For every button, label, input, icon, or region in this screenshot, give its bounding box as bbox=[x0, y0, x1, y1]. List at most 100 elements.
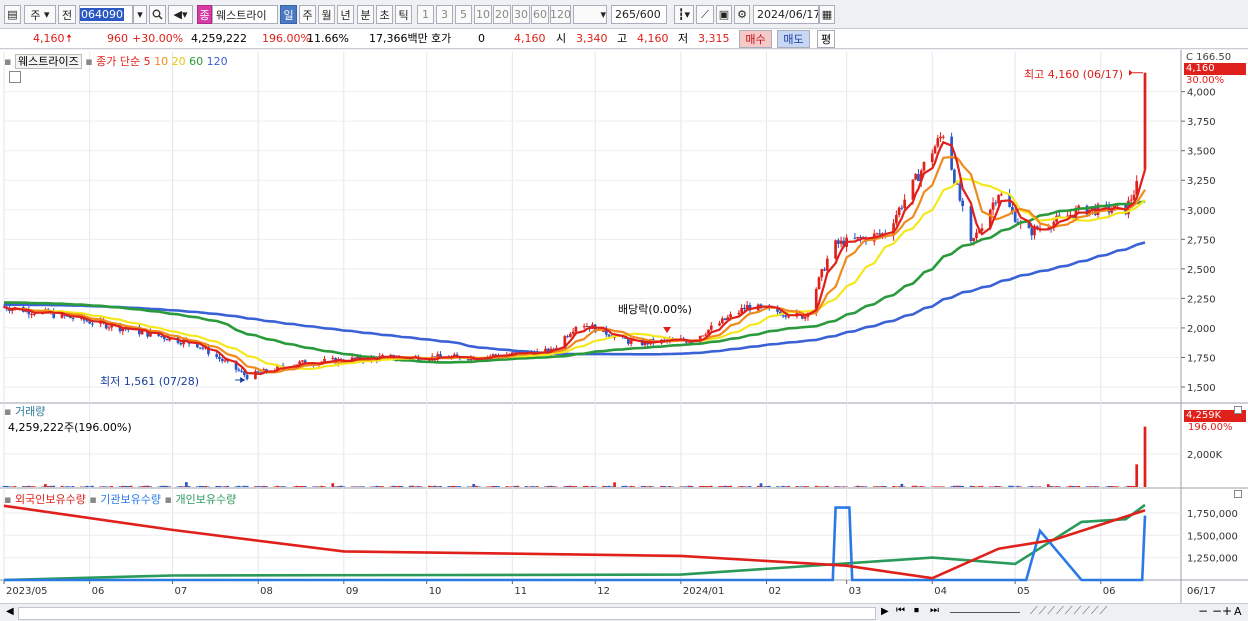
candle-body bbox=[30, 314, 33, 316]
interval-1[interactable]: 1 bbox=[417, 5, 434, 24]
volume-bar bbox=[585, 485, 589, 487]
prev-button[interactable]: 전 bbox=[58, 5, 76, 24]
code-dropdown-icon[interactable]: ▾ bbox=[133, 5, 147, 24]
volume-bar bbox=[400, 485, 404, 487]
volume-bar bbox=[259, 486, 263, 487]
tab-year[interactable]: 년 bbox=[337, 5, 354, 24]
trend-icon[interactable]: ⟋ bbox=[696, 5, 714, 24]
volume-bar bbox=[682, 486, 685, 487]
eval-button[interactable]: 평 bbox=[817, 30, 835, 48]
interval-5[interactable]: 5 bbox=[455, 5, 472, 24]
interval-3[interactable]: 3 bbox=[436, 5, 453, 24]
volume-bar bbox=[314, 486, 318, 487]
candle-body bbox=[585, 326, 589, 328]
volume-bar bbox=[1011, 485, 1014, 487]
search-icon[interactable] bbox=[149, 5, 166, 24]
date-field[interactable]: 2024/06/17 bbox=[753, 5, 819, 24]
volume-bar bbox=[320, 485, 324, 487]
volume-bar bbox=[472, 484, 476, 487]
volume-bar bbox=[162, 485, 166, 487]
volume-bar bbox=[256, 486, 260, 487]
legend-ma5: 5 bbox=[143, 55, 151, 68]
auto-scale-button[interactable]: A bbox=[1234, 605, 1242, 618]
sell-button[interactable]: 매도 bbox=[777, 30, 810, 48]
candle-body bbox=[803, 316, 807, 319]
candle-body bbox=[1066, 215, 1069, 217]
candle-body bbox=[991, 202, 995, 210]
volume-bar bbox=[875, 486, 879, 487]
horizontal-scrollbar[interactable] bbox=[18, 607, 876, 620]
zoom-slider[interactable] bbox=[950, 612, 1020, 613]
gear-icon[interactable]: ⚙ bbox=[734, 5, 750, 24]
candle-body bbox=[331, 357, 335, 359]
pane-close-icon[interactable] bbox=[1234, 490, 1242, 498]
volume-bar bbox=[1091, 486, 1094, 487]
drawing-tools-icon[interactable]: ⟋⟋⟋⟋⟋⟋⟋⟋⟋ bbox=[1030, 604, 1108, 618]
candle-body bbox=[256, 371, 260, 373]
last-page-icon[interactable]: ⏭ bbox=[930, 605, 939, 616]
volume-bar bbox=[433, 485, 437, 487]
volume-bar bbox=[317, 486, 321, 487]
volume-bar bbox=[834, 486, 837, 487]
volume-bar bbox=[999, 486, 1003, 487]
chart-area[interactable]: 4,000 3,750 3,500 3,250 3,000 2,750 2,500 2,250… bbox=[0, 50, 1248, 603]
candle-body bbox=[720, 318, 724, 324]
interval-60[interactable]: 60 bbox=[531, 5, 549, 24]
scroll-left-icon[interactable]: ◀ bbox=[6, 606, 14, 617]
grid-table-icon[interactable] bbox=[9, 71, 21, 83]
tab-minute[interactable]: 분 bbox=[357, 5, 374, 24]
quote-bar: 4,160 🠅 960 +30.00% 4,259,222 196.00% 11… bbox=[0, 29, 1248, 49]
first-page-icon[interactable]: ⏮ bbox=[896, 605, 905, 616]
volume-bar bbox=[897, 486, 901, 487]
candle-body bbox=[914, 174, 918, 180]
minus-button[interactable]: − bbox=[1212, 604, 1222, 618]
candle-body bbox=[825, 258, 829, 271]
period-type-select[interactable]: 주 ▾ bbox=[24, 5, 56, 24]
volume-bar bbox=[494, 486, 498, 487]
volume-bar bbox=[1049, 486, 1053, 487]
pane-close-icon[interactable] bbox=[1234, 406, 1242, 414]
candle-body bbox=[999, 194, 1003, 196]
volume-bar bbox=[607, 485, 611, 487]
volume-bar bbox=[621, 485, 625, 487]
calendar-icon[interactable]: ▦ bbox=[819, 5, 835, 24]
count-field[interactable]: 265/600 bbox=[611, 5, 667, 24]
volume-bar bbox=[814, 485, 818, 487]
zoom-in-button[interactable]: + bbox=[1222, 604, 1232, 618]
legend-foreign: 외국인보유수량 bbox=[14, 493, 86, 506]
tab-week[interactable]: 주 bbox=[299, 5, 316, 24]
save-icon[interactable]: ▣ bbox=[716, 5, 732, 24]
interval-custom-select[interactable]: ▾ bbox=[573, 5, 607, 24]
price-tick-label: 1,500 bbox=[1187, 383, 1216, 394]
candle-body bbox=[917, 174, 920, 182]
tab-month[interactable]: 월 bbox=[318, 5, 335, 24]
volume-bar bbox=[149, 486, 152, 487]
stock-code-input[interactable]: 064090 bbox=[79, 5, 133, 24]
volume-bar bbox=[1132, 486, 1136, 487]
interval-20[interactable]: 20 bbox=[493, 5, 511, 24]
buy-button[interactable]: 매수 bbox=[739, 30, 772, 48]
chart-canvas[interactable]: 4,000 3,750 3,500 3,250 3,000 2,750 2,500 2,250… bbox=[0, 50, 1248, 603]
scroll-right-icon[interactable]: ▶ bbox=[881, 606, 889, 617]
volume-bar bbox=[1116, 486, 1119, 487]
interval-30[interactable]: 30 bbox=[512, 5, 530, 24]
volume-bar bbox=[726, 485, 730, 487]
sound-icon[interactable]: ◀▾ bbox=[168, 5, 193, 24]
candle-body bbox=[958, 183, 962, 201]
volume-bar bbox=[743, 486, 746, 487]
zoom-out-button[interactable]: − bbox=[1198, 604, 1208, 618]
volume-bar bbox=[184, 482, 188, 487]
tab-day[interactable]: 일 bbox=[280, 5, 297, 24]
volume-bar bbox=[516, 485, 520, 487]
stop-icon[interactable]: ⏹ bbox=[914, 605, 919, 616]
volume-bar bbox=[953, 485, 956, 487]
tab-second[interactable]: 초 bbox=[376, 5, 393, 24]
chart-menu-icon[interactable]: ▤ bbox=[4, 5, 21, 24]
candle-icon[interactable]: ┇▾ bbox=[674, 5, 694, 24]
interval-10[interactable]: 10 bbox=[474, 5, 492, 24]
candle-body bbox=[836, 240, 840, 244]
interval-120[interactable]: 120 bbox=[550, 5, 571, 24]
tab-tick[interactable]: 틱 bbox=[395, 5, 412, 24]
volume-bar bbox=[394, 486, 398, 487]
candle-body bbox=[939, 136, 942, 139]
